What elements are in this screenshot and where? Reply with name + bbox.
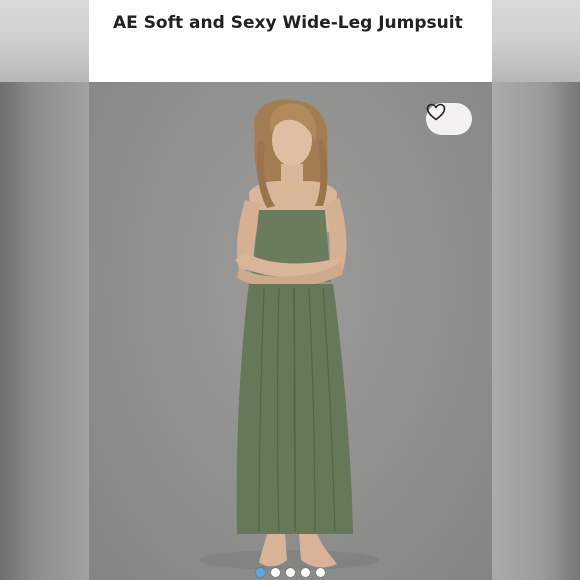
carousel-indicator (89, 568, 492, 580)
heart-icon (426, 103, 446, 121)
product-photo[interactable] (89, 82, 492, 580)
carousel-dot-1[interactable] (256, 568, 265, 577)
product-header: AE Soft and Sexy Wide-Leg Jumpsuit (89, 0, 492, 82)
carousel-dot-2[interactable] (271, 568, 280, 577)
carousel-dot-5[interactable] (316, 568, 325, 577)
favorite-button[interactable] (426, 103, 472, 135)
carousel-dot-4[interactable] (301, 568, 310, 577)
product-title: AE Soft and Sexy Wide-Leg Jumpsuit (113, 13, 463, 33)
floor-shadow (199, 550, 379, 570)
carousel-dot-3[interactable] (286, 568, 295, 577)
woman-in-jumpsuit-photo (199, 99, 379, 570)
blurred-background-right (492, 82, 580, 580)
right-foot (299, 534, 337, 568)
left-foot (259, 534, 287, 567)
screenshot-frame: AE Soft and Sexy Wide-Leg Jumpsuit (0, 0, 580, 580)
blurred-background-left (0, 82, 89, 580)
product-card: AE Soft and Sexy Wide-Leg Jumpsuit (89, 0, 492, 580)
